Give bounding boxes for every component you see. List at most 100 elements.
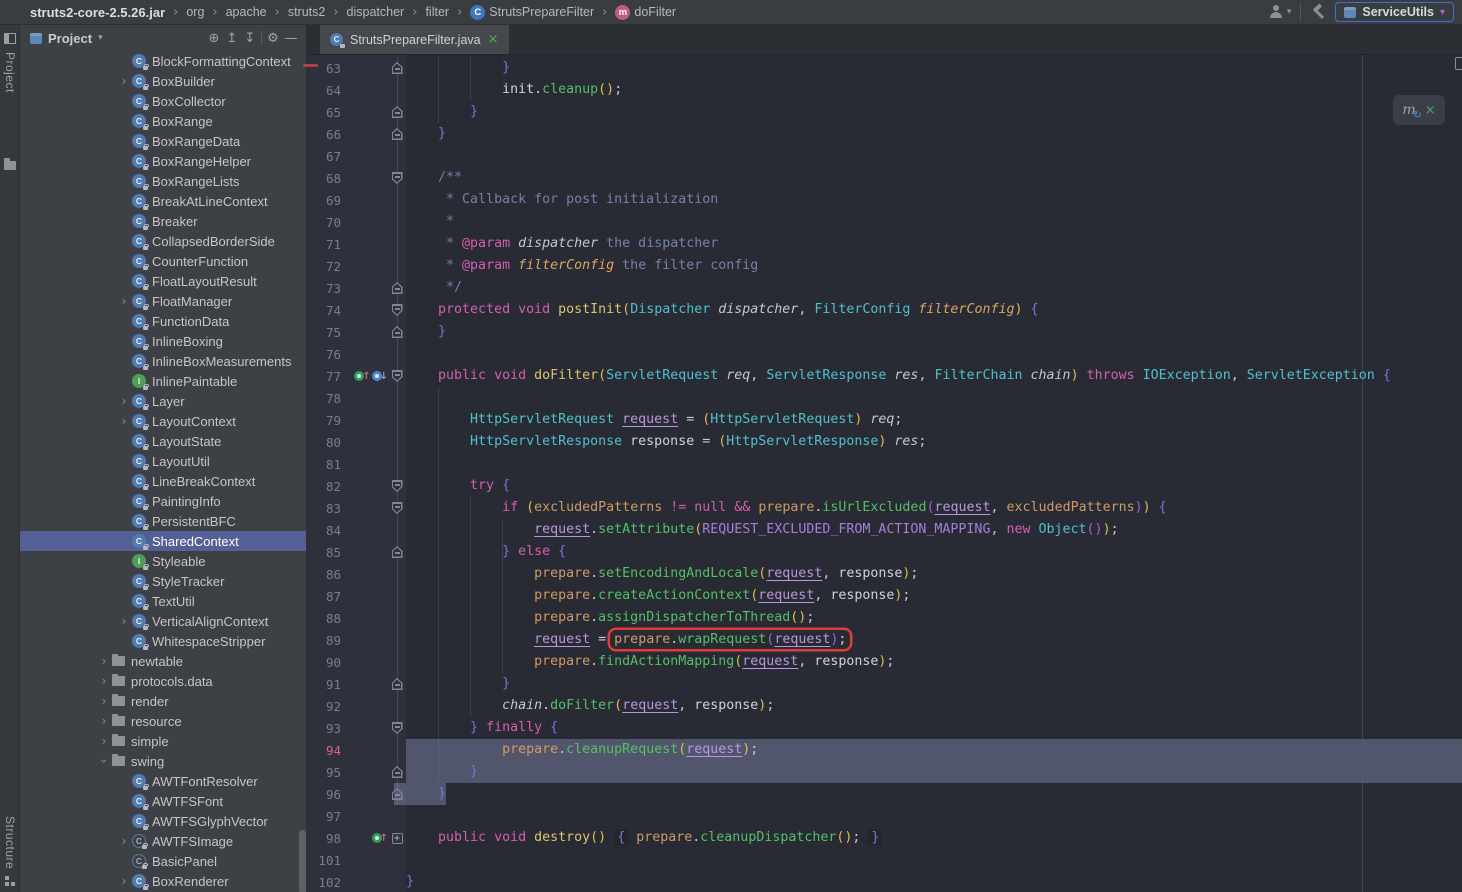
- code-content[interactable]: [406, 145, 1462, 167]
- notification-icon[interactable]: [1455, 57, 1462, 70]
- code-line-93[interactable]: 93 } finally {: [306, 717, 1462, 739]
- project-strip-label[interactable]: Project: [3, 52, 17, 93]
- breadcrumb-item-dispatcher[interactable]: dispatcher: [347, 5, 405, 19]
- code-content[interactable]: }: [406, 673, 1462, 695]
- settings-icon[interactable]: ⚙: [264, 31, 282, 46]
- tree-item-blockformattingcontext[interactable]: CBlockFormattingContext: [20, 51, 306, 71]
- editor-hint-widget[interactable]: m↻ ×: [1393, 95, 1445, 125]
- tree-item-collapsedborderside[interactable]: CCollapsedBorderSide: [20, 231, 306, 251]
- code-content[interactable]: prepare.assignDispatcherToThread();: [406, 607, 1462, 629]
- code-content[interactable]: protected void postInit(Dispatcher dispa…: [406, 299, 1462, 321]
- tree-item-paintinginfo[interactable]: CPaintingInfo: [20, 491, 306, 511]
- close-icon[interactable]: ×: [488, 33, 499, 46]
- fold-marker-icon[interactable]: [392, 106, 403, 118]
- line-number[interactable]: 90: [306, 655, 348, 670]
- code-line-78[interactable]: 78: [306, 387, 1462, 409]
- code-content[interactable]: }: [406, 57, 1462, 79]
- code-line-64[interactable]: 64 init.cleanup();: [306, 79, 1462, 101]
- fold-marker-icon[interactable]: [392, 62, 403, 74]
- line-number[interactable]: 69: [306, 193, 348, 208]
- code-content[interactable]: public void destroy() { prepare.cleanupD…: [406, 827, 1462, 849]
- fold-marker-icon[interactable]: [392, 766, 403, 778]
- code-line-75[interactable]: 75 }: [306, 321, 1462, 343]
- tree-item-whitespacestripper[interactable]: CWhitespaceStripper: [20, 631, 306, 651]
- code-line-102[interactable]: 102}: [306, 871, 1462, 892]
- code-line-71[interactable]: 71 * @param dispatcher the dispatcher: [306, 233, 1462, 255]
- tree-item-awtfsglyphvector[interactable]: CAWTFSGlyphVector: [20, 811, 306, 831]
- code-content[interactable]: request = prepare.wrapRequest(request);: [406, 629, 1462, 651]
- tree-item-boxcollector[interactable]: CBoxCollector: [20, 91, 306, 111]
- code-line-73[interactable]: 73 */: [306, 277, 1462, 299]
- line-number[interactable]: 72: [306, 259, 348, 274]
- tree-item-simple[interactable]: ›simple: [20, 731, 306, 751]
- code-content[interactable]: }: [406, 761, 1462, 783]
- code-line-77[interactable]: 77↑↓ public void doFilter(ServletRequest…: [306, 365, 1462, 387]
- expand-fold-icon[interactable]: +: [392, 833, 403, 844]
- fold-marker-icon[interactable]: [392, 722, 403, 734]
- breadcrumb-item-dofilter[interactable]: mdoFilter: [615, 5, 676, 20]
- tree-item-boxbuilder[interactable]: ›CBoxBuilder: [20, 71, 306, 91]
- line-number[interactable]: 84: [306, 523, 348, 538]
- fold-marker-icon[interactable]: [392, 282, 403, 294]
- code-content[interactable]: try {: [406, 475, 1462, 497]
- tree-item-styletracker[interactable]: CStyleTracker: [20, 571, 306, 591]
- breadcrumb-item-apache[interactable]: apache: [226, 5, 267, 19]
- code-content[interactable]: * @param dispatcher the dispatcher: [406, 233, 1462, 255]
- tree-item-floatlayoutresult[interactable]: CFloatLayoutResult: [20, 271, 306, 291]
- code-line-86[interactable]: 86 prepare.setEncodingAndLocale(request,…: [306, 563, 1462, 585]
- breadcrumb-item-strutspreparefilter[interactable]: CStrutsPrepareFilter: [470, 5, 594, 20]
- structure-icon[interactable]: [5, 875, 16, 886]
- user-account-button[interactable]: ▾: [1269, 5, 1292, 19]
- line-number[interactable]: 82: [306, 479, 348, 494]
- line-number[interactable]: 68: [306, 171, 348, 186]
- line-number[interactable]: 101: [306, 853, 348, 868]
- folder-icon[interactable]: [4, 161, 16, 170]
- code-line-81[interactable]: 81: [306, 453, 1462, 475]
- code-content[interactable]: public void doFilter(ServletRequest req,…: [406, 365, 1462, 387]
- code-content[interactable]: } finally {: [406, 717, 1462, 739]
- code-line-69[interactable]: 69 * Callback for post initialization: [306, 189, 1462, 211]
- close-icon[interactable]: ×: [1425, 103, 1436, 118]
- line-number[interactable]: 85: [306, 545, 348, 560]
- code-line-83[interactable]: 83 if (excludedPatterns != null && prepa…: [306, 497, 1462, 519]
- tree-scrollbar[interactable]: [299, 830, 306, 892]
- fold-marker-icon[interactable]: [392, 546, 403, 558]
- code-line-101[interactable]: 101: [306, 849, 1462, 871]
- tab-strutspreparefilter[interactable]: C StrutsPrepareFilter.java ×: [320, 25, 509, 54]
- line-number[interactable]: 75: [306, 325, 348, 340]
- tree-item-layoututil[interactable]: CLayoutUtil: [20, 451, 306, 471]
- code-line-94[interactable]: 94 prepare.cleanupRequest(request);: [306, 739, 1462, 761]
- tree-item-breakatlinecontext[interactable]: CBreakAtLineContext: [20, 191, 306, 211]
- line-number[interactable]: 67: [306, 149, 348, 164]
- code-line-74[interactable]: 74 protected void postInit(Dispatcher di…: [306, 299, 1462, 321]
- line-number[interactable]: 89: [306, 633, 348, 648]
- code-content[interactable]: HttpServletRequest request = (HttpServle…: [406, 409, 1462, 431]
- fold-marker-icon[interactable]: [392, 480, 403, 492]
- code-content[interactable]: [406, 805, 1462, 827]
- code-content[interactable]: [406, 849, 1462, 871]
- code-content[interactable]: */: [406, 277, 1462, 299]
- line-number[interactable]: 65: [306, 105, 348, 120]
- tree-item-awtfsimage[interactable]: ›CAWTFSImage: [20, 831, 306, 851]
- code-line-65[interactable]: 65 }: [306, 101, 1462, 123]
- tree-item-boxrangedata[interactable]: CBoxRangeData: [20, 131, 306, 151]
- line-number[interactable]: 81: [306, 457, 348, 472]
- code-content[interactable]: /**: [406, 167, 1462, 189]
- code-content[interactable]: } else {: [406, 541, 1462, 563]
- overrides-method-icon[interactable]: ↑: [354, 371, 370, 382]
- code-line-92[interactable]: 92 chain.doFilter(request, response);: [306, 695, 1462, 717]
- code-line-88[interactable]: 88 prepare.assignDispatcherToThread();: [306, 607, 1462, 629]
- structure-strip-label[interactable]: Structure: [3, 816, 17, 869]
- code-line-70[interactable]: 70 *: [306, 211, 1462, 233]
- code-content[interactable]: if (excludedPatterns != null && prepare.…: [406, 497, 1462, 519]
- code-content[interactable]: request.setAttribute(REQUEST_EXCLUDED_FR…: [406, 519, 1462, 541]
- chevron-right-icon[interactable]: ›: [96, 674, 112, 688]
- tree-item-boxrangehelper[interactable]: CBoxRangeHelper: [20, 151, 306, 171]
- line-number[interactable]: 77: [306, 369, 348, 384]
- code-content[interactable]: HttpServletResponse response = (HttpServ…: [406, 431, 1462, 453]
- tree-item-counterfunction[interactable]: CCounterFunction: [20, 251, 306, 271]
- build-button[interactable]: [1310, 4, 1326, 20]
- overrides-method-icon[interactable]: ↑: [372, 833, 388, 844]
- tree-item-layer[interactable]: ›CLayer: [20, 391, 306, 411]
- project-panel-title[interactable]: Project: [48, 31, 92, 46]
